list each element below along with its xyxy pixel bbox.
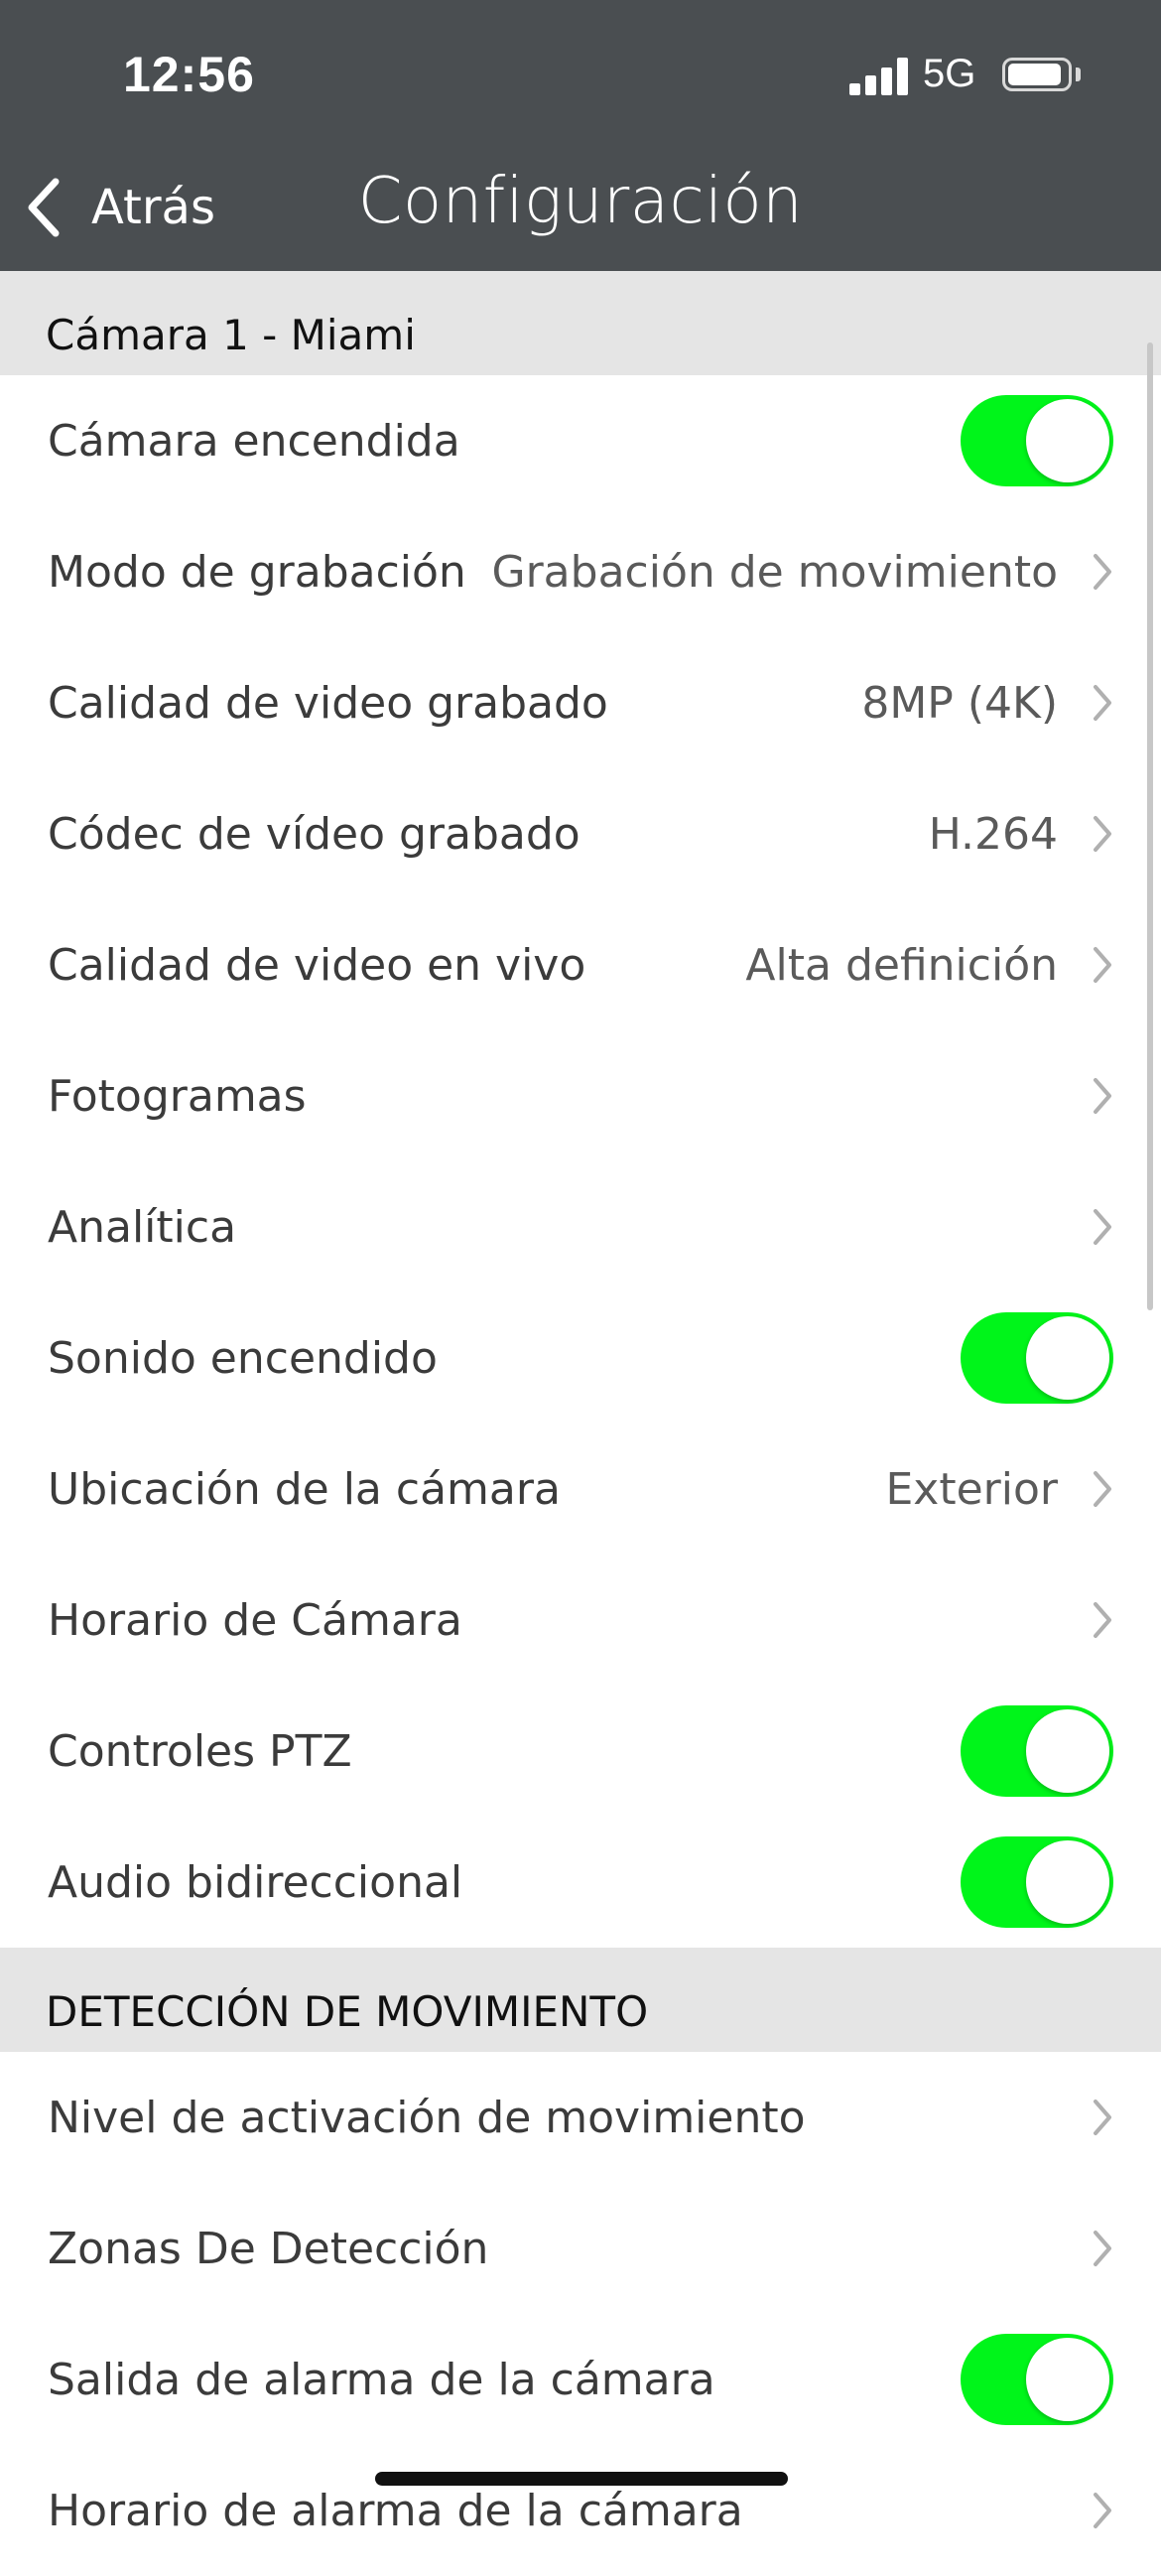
settings-row-label: Códec de vídeo grabado (48, 808, 580, 860)
settings-row-label: Audio bidireccional (48, 1856, 463, 1908)
toggle-switch[interactable] (961, 2334, 1113, 2425)
chevron-right-icon (1094, 816, 1111, 852)
home-indicator[interactable] (375, 2472, 788, 2486)
settings-row[interactable]: Ubicación de la cámara Exterior (0, 1424, 1161, 1555)
toggle-knob (1026, 2338, 1109, 2421)
section-header: Cámara 1 - Miami (0, 271, 1161, 375)
settings-row-label: Analítica (48, 1201, 237, 1253)
settings-row-label: Fotogramas (48, 1070, 307, 1122)
settings-row[interactable]: Cámara encendida (0, 375, 1161, 506)
status-time: 12:56 (123, 47, 255, 102)
settings-row[interactable]: Nivel de activación de movimiento (0, 2052, 1161, 2183)
chevron-right-icon (1094, 1209, 1111, 1245)
chevron-right-icon (1094, 2493, 1111, 2528)
settings-row[interactable]: Salida de alarma de la cámara (0, 2314, 1161, 2445)
settings-row-value: Exterior (885, 1463, 1059, 1515)
settings-row-value: Grabación de movimiento (491, 546, 1059, 598)
settings-row[interactable]: Zonas De Detección (0, 2183, 1161, 2314)
toggle-knob (1026, 399, 1109, 482)
toggle-switch[interactable] (961, 1705, 1113, 1797)
settings-row-label: Zonas De Detección (48, 2223, 489, 2274)
toggle-knob (1026, 1316, 1109, 1400)
settings-row[interactable]: Horario de alarma de la cámara (0, 2445, 1161, 2576)
signal-icon (849, 58, 909, 95)
chevron-right-icon (1094, 2231, 1111, 2266)
chevron-right-icon (1094, 1078, 1111, 1114)
toggle-knob (1026, 1709, 1109, 1793)
settings-row-label: Calidad de video grabado (48, 677, 608, 729)
toggle-switch[interactable] (961, 1312, 1113, 1404)
settings-row-label: Ubicación de la cámara (48, 1463, 561, 1515)
settings-row-label: Nivel de activación de movimiento (48, 2092, 806, 2143)
settings-row-label: Modo de grabación (48, 546, 466, 598)
section-header-label: Cámara 1 - Miami (46, 311, 416, 359)
settings-row-value: H.264 (928, 808, 1058, 860)
toggle-switch[interactable] (961, 1836, 1113, 1928)
toggle-knob (1026, 1840, 1109, 1924)
settings-row-label: Controles PTZ (48, 1725, 352, 1777)
settings-row[interactable]: Sonido encendido (0, 1292, 1161, 1424)
settings-row[interactable]: Calidad de video grabado 8MP (4K) (0, 637, 1161, 768)
settings-row[interactable]: Audio bidireccional (0, 1817, 1161, 1948)
section-header: DETECCIÓN DE MOVIMIENTO (0, 1948, 1161, 2052)
navigation-bar: Atrás Configuración (0, 149, 1161, 271)
chevron-right-icon (1094, 685, 1111, 721)
settings-row-label: Horario de Cámara (48, 1594, 462, 1646)
battery-tip (1076, 68, 1081, 81)
chevron-right-icon (1094, 1471, 1111, 1507)
chevron-right-icon (1094, 554, 1111, 590)
settings-row[interactable]: Horario de Cámara (0, 1555, 1161, 1686)
chevron-right-icon (1094, 947, 1111, 983)
section-header-label: DETECCIÓN DE MOVIMIENTO (46, 1987, 649, 2036)
status-bar: 12:56 5G (0, 0, 1161, 149)
settings-row[interactable]: Modo de grabación Grabación de movimiento (0, 506, 1161, 637)
chevron-right-icon (1094, 2100, 1111, 2135)
settings-row[interactable]: Analítica (0, 1161, 1161, 1292)
settings-row-label: Calidad de video en vivo (48, 939, 586, 991)
settings-row-label: Salida de alarma de la cámara (48, 2354, 715, 2405)
settings-row-label: Cámara encendida (48, 415, 460, 467)
settings-row[interactable]: Controles PTZ (0, 1686, 1161, 1817)
chevron-right-icon (1094, 1602, 1111, 1638)
scrollbar[interactable] (1147, 342, 1153, 1310)
settings-row-label: Sonido encendido (48, 1332, 438, 1384)
settings-row[interactable]: Fotogramas (0, 1030, 1161, 1161)
toggle-switch[interactable] (961, 395, 1113, 486)
settings-row-value: Alta definición (745, 939, 1058, 991)
settings-row[interactable]: Calidad de video en vivo Alta definición (0, 899, 1161, 1030)
page-title: Configuración (357, 165, 804, 238)
settings-row[interactable]: Códec de vídeo grabado H.264 (0, 768, 1161, 899)
settings-row-value: 8MP (4K) (861, 677, 1058, 729)
network-label: 5G (923, 52, 976, 95)
battery-icon (1002, 58, 1072, 91)
settings-row-label: Horario de alarma de la cámara (48, 2485, 743, 2536)
